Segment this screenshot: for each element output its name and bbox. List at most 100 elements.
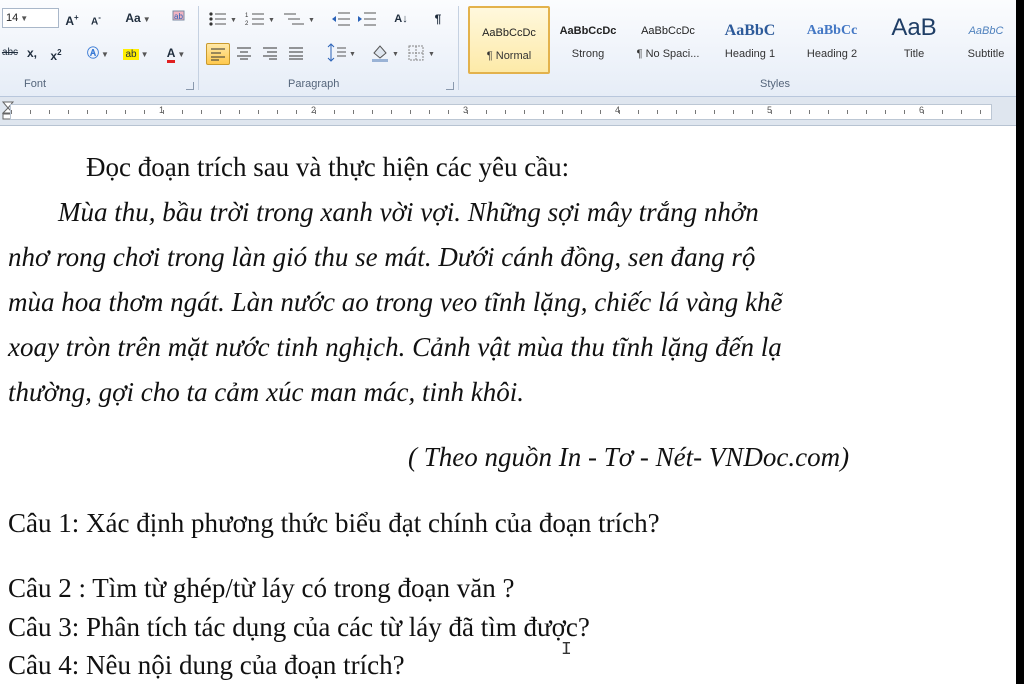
ruler-tick xyxy=(106,110,107,114)
styles-group-label: Styles xyxy=(760,78,790,90)
font-size-value: 14 xyxy=(6,12,19,24)
ruler-tick xyxy=(771,110,772,114)
ruler-tick xyxy=(657,110,658,114)
style-normal[interactable]: AaBbCcDc ¶ Normal xyxy=(468,6,550,74)
increase-indent-icon xyxy=(358,12,376,26)
window-edge xyxy=(1016,0,1024,684)
ruler-tick xyxy=(980,110,981,114)
ruler-tick xyxy=(600,110,601,114)
ruler-tick xyxy=(144,110,145,114)
question-4: Câu 4: Nêu nội dung của đoạn trích? xyxy=(8,650,405,680)
ruler-tick xyxy=(923,110,924,114)
ruler-tick xyxy=(904,110,905,114)
ruler-tick xyxy=(125,110,126,114)
superscript-button[interactable]: x2 xyxy=(46,43,66,63)
highlight-button[interactable]: ab ▼ xyxy=(118,43,154,63)
style-subtitle[interactable]: AaBbC Subtitle xyxy=(957,6,1015,70)
ruler-tick xyxy=(201,110,202,114)
ruler-tick xyxy=(448,110,449,114)
ruler-tick xyxy=(961,110,962,114)
style-heading-1[interactable]: AaBbC Heading 1 xyxy=(711,6,789,70)
ruler-tick xyxy=(315,110,316,114)
align-right-icon xyxy=(263,47,277,60)
ruler-tick xyxy=(334,110,335,114)
svg-text:▼: ▼ xyxy=(268,17,275,24)
ruler-tick xyxy=(220,110,221,114)
font-size-box[interactable]: 14 ▼ xyxy=(2,8,59,28)
align-left-button[interactable] xyxy=(206,43,230,65)
text-effects-button[interactable]: Ⓐ ▼ xyxy=(80,43,116,63)
svg-text:1: 1 xyxy=(245,13,249,19)
svg-text:2: 2 xyxy=(245,21,249,27)
passage-line: Mùa thu, bầu trời trong xanh vời vợi. Nh… xyxy=(58,197,759,227)
paragraph-dialog-launcher-icon[interactable] xyxy=(446,82,454,90)
question-1: Câu 1: Xác định phương thức biểu đạt chí… xyxy=(8,508,660,538)
clear-format-button[interactable]: ab xyxy=(166,8,192,28)
shrink-font-button[interactable]: A- xyxy=(86,8,106,28)
shading-icon xyxy=(372,45,388,62)
style-strong[interactable]: AaBbCcDc Strong xyxy=(549,6,627,70)
chevron-down-icon: ▼ xyxy=(20,14,29,23)
ruler-tick xyxy=(733,110,734,114)
svg-text:▼: ▼ xyxy=(428,51,435,58)
group-divider xyxy=(198,6,199,90)
ruler-tick xyxy=(296,110,297,114)
ruler-tick xyxy=(676,110,677,114)
ruler-tick xyxy=(372,110,373,114)
ruler-tick xyxy=(866,110,867,114)
line-spacing-icon xyxy=(327,43,346,62)
text-effects-icon: Ⓐ xyxy=(87,46,100,60)
subscript-button[interactable]: x, xyxy=(22,43,42,63)
styles-gallery: AaBbCcDc ¶ Normal AaBbCcDc Strong AaBbCc… xyxy=(463,4,1016,74)
bullets-icon xyxy=(209,12,226,26)
style-no-spacing[interactable]: AaBbCcDc ¶ No Spaci... xyxy=(629,6,707,70)
ruler-tick xyxy=(543,110,544,114)
ruler-tick xyxy=(182,110,183,114)
font-dialog-launcher-icon[interactable] xyxy=(186,82,194,90)
group-divider xyxy=(458,6,459,90)
ruler-tick xyxy=(277,110,278,114)
paragraph-group-label: Paragraph xyxy=(288,78,340,90)
borders-icon xyxy=(408,45,424,61)
ruler-tick xyxy=(353,110,354,114)
paragraph-bottom-row[interactable]: ▼ ▼ ▼ xyxy=(324,43,448,63)
strikethrough-button[interactable]: abc xyxy=(0,43,20,63)
highlighter-icon: ab xyxy=(123,49,139,60)
font-color-icon: A xyxy=(166,46,176,63)
ruler-tick xyxy=(163,110,164,114)
decrease-indent-icon xyxy=(332,12,350,26)
text-cursor-icon: I xyxy=(561,640,572,660)
ruler-tick xyxy=(790,110,791,114)
alignment-buttons[interactable] xyxy=(234,43,314,63)
ruler-tick xyxy=(429,110,430,114)
change-case-button[interactable]: Aa ▼ xyxy=(124,8,152,28)
ruler-tick xyxy=(11,110,12,114)
ruler-tick xyxy=(809,110,810,114)
ruler-tick xyxy=(68,110,69,114)
question-2: Câu 2 : Tìm từ ghép/từ láy có trong đoạn… xyxy=(8,573,515,603)
ruler-tick xyxy=(505,110,506,114)
ruler-tick xyxy=(695,110,696,114)
ruler-tick xyxy=(87,110,88,114)
pilcrow-icon: ¶ xyxy=(434,12,442,26)
grow-font-button[interactable]: A+ xyxy=(62,8,82,28)
numbering-icon: 12 xyxy=(245,13,264,27)
style-heading-2[interactable]: AaBbCc Heading 2 xyxy=(793,6,871,70)
svg-text:▼: ▼ xyxy=(392,51,399,58)
ruler-tick xyxy=(752,110,753,114)
justify-icon xyxy=(289,47,303,60)
horizontal-ruler[interactable]: 1 2 3 4 5 6 xyxy=(0,97,1016,126)
passage-line: thường, gợi cho ta cảm xúc man mác, tinh… xyxy=(8,377,524,407)
ruler-tick xyxy=(30,110,31,114)
style-title[interactable]: AaB Title xyxy=(875,6,953,70)
ruler-tick xyxy=(239,110,240,114)
ruler-tick xyxy=(581,110,582,114)
show-marks-button[interactable]: ¶ xyxy=(428,9,448,29)
sort-button[interactable]: A↓ xyxy=(388,9,414,29)
ruler-tick xyxy=(828,110,829,114)
passage-line: xoay tròn trên mặt nước tinh nghịch. Cản… xyxy=(8,332,782,362)
font-color-button[interactable]: A ▼ xyxy=(158,43,194,63)
ruler-tick xyxy=(847,110,848,114)
document-heading: Đọc đoạn trích sau và thực hiện các yêu … xyxy=(86,152,570,182)
font-group-label: Font xyxy=(24,78,47,90)
